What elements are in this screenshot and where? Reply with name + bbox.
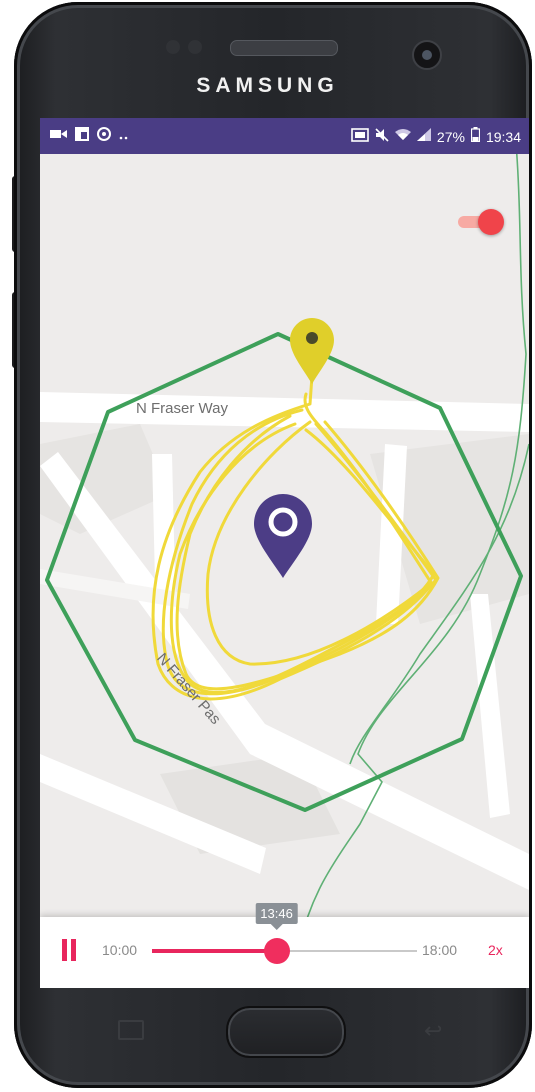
timeline-thumb[interactable] <box>263 938 290 964</box>
end-time-label: 18:00 <box>422 942 458 958</box>
recents-button[interactable] <box>118 1020 144 1040</box>
pause-icon <box>62 939 67 961</box>
map-view[interactable]: N Fraser Way N Fraser Pas <box>40 154 529 988</box>
light-sensor <box>188 40 202 54</box>
current-time-tooltip: 13:46 <box>255 903 298 930</box>
back-button[interactable]: ↩ <box>424 1018 442 1044</box>
playback-speed-button[interactable]: 2x <box>488 942 503 958</box>
cast-icon <box>96 127 112 145</box>
mute-icon <box>375 127 389 146</box>
start-time-label: 10:00 <box>102 942 138 958</box>
playback-bar: 10:00 13:46 18:00 2x <box>40 903 529 988</box>
battery-icon <box>470 127 481 146</box>
road-label-n-fraser-way: N Fraser Way <box>136 400 228 417</box>
timeline-progress <box>152 949 277 953</box>
flipboard-icon <box>75 127 89 145</box>
video-icon <box>50 128 68 144</box>
more-notifications-icon <box>119 128 131 144</box>
screen-mirror-icon <box>351 127 369 146</box>
wifi-icon <box>394 128 411 145</box>
proximity-sensor <box>166 40 180 54</box>
phone-mockup: SAMSUNG 27% 19:34 N Fraser Way N Fraser … <box>0 0 535 1092</box>
timeline-slider[interactable]: 13:46 <box>152 903 417 964</box>
home-button[interactable] <box>226 1006 346 1058</box>
pause-icon-bar <box>71 939 76 961</box>
status-bar: 27% 19:34 <box>40 118 529 154</box>
earpiece-speaker <box>230 40 338 56</box>
front-camera <box>412 40 442 70</box>
battery-percent: 27% <box>436 128 465 145</box>
phone-screen: 27% 19:34 N Fraser Way N Fraser Pas 10:0… <box>40 118 529 988</box>
toggle-knob <box>478 209 504 235</box>
map-canvas <box>40 154 529 988</box>
status-time: 19:34 <box>485 128 521 145</box>
pause-button[interactable] <box>62 939 78 961</box>
tracking-toggle[interactable] <box>458 209 504 235</box>
signal-icon <box>416 128 431 145</box>
brand-logo: SAMSUNG <box>196 74 339 97</box>
